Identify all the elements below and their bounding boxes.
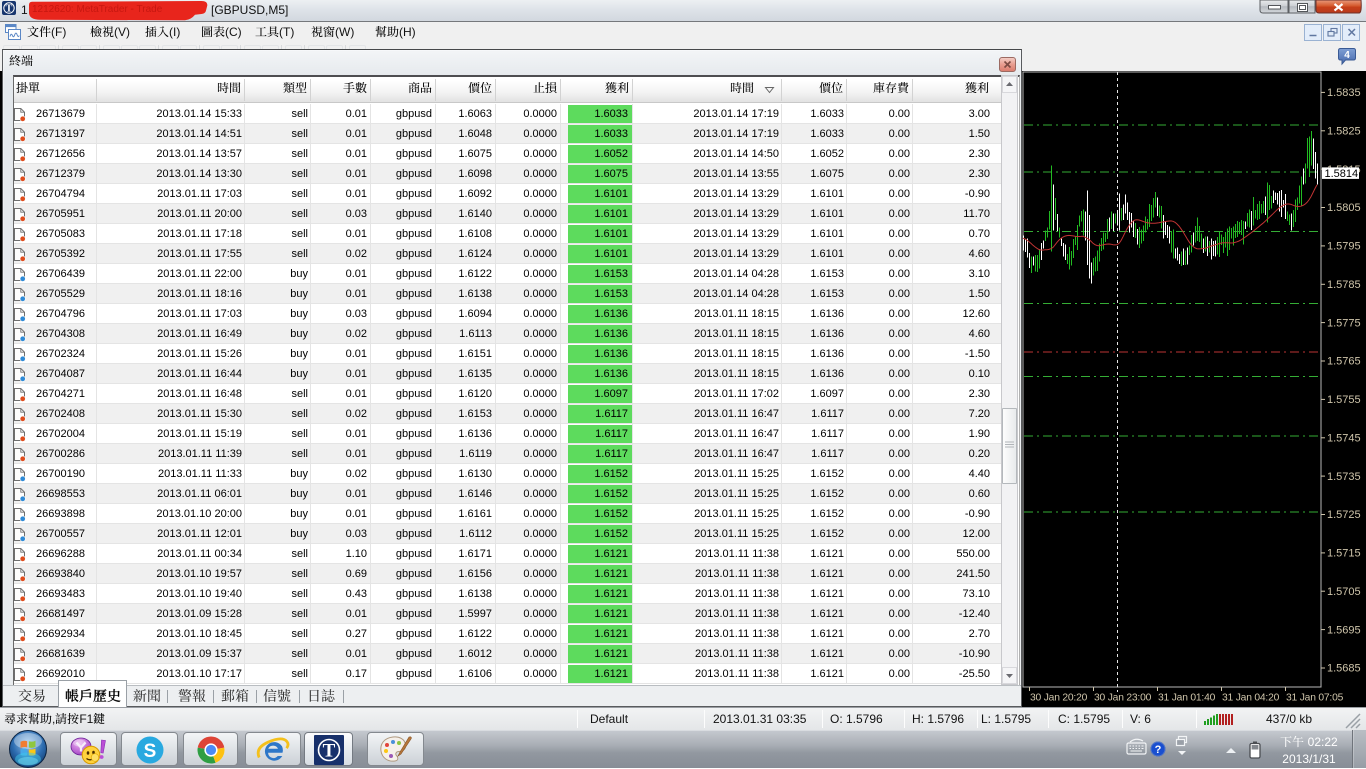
svg-text:1.5805: 1.5805 <box>1327 202 1361 214</box>
svg-text:T: T <box>323 741 336 762</box>
svg-text:30 Jan 20:20: 30 Jan 20:20 <box>1030 693 1088 704</box>
svg-text:1.5745: 1.5745 <box>1327 433 1361 445</box>
svg-text:31 Jan 01:40: 31 Jan 01:40 <box>1158 693 1216 704</box>
svg-text:?: ? <box>1155 744 1162 756</box>
svg-text:1.5715: 1.5715 <box>1327 548 1361 560</box>
svg-text:1.5814: 1.5814 <box>1325 168 1359 180</box>
svg-text:1.5685: 1.5685 <box>1327 663 1361 675</box>
svg-text:1.5725: 1.5725 <box>1327 509 1361 521</box>
svg-text:1.5735: 1.5735 <box>1327 471 1361 483</box>
svg-text:S: S <box>144 741 157 762</box>
svg-text:1.5795: 1.5795 <box>1327 241 1361 253</box>
svg-text:31 Jan 07:05: 31 Jan 07:05 <box>1286 693 1344 704</box>
svg-text:1.5695: 1.5695 <box>1327 624 1361 636</box>
svg-text:4: 4 <box>1344 50 1350 61</box>
svg-text:1.5825: 1.5825 <box>1327 126 1361 138</box>
svg-text:31 Jan 04:20: 31 Jan 04:20 <box>1222 693 1280 704</box>
svg-text:1.5835: 1.5835 <box>1327 87 1361 99</box>
svg-text:1.5765: 1.5765 <box>1327 356 1361 368</box>
svg-text:1.5705: 1.5705 <box>1327 586 1361 598</box>
svg-text:1.5785: 1.5785 <box>1327 279 1361 291</box>
svg-text:1.5755: 1.5755 <box>1327 394 1361 406</box>
svg-text:30 Jan 23:00: 30 Jan 23:00 <box>1094 693 1152 704</box>
svg-text:1.5775: 1.5775 <box>1327 317 1361 329</box>
